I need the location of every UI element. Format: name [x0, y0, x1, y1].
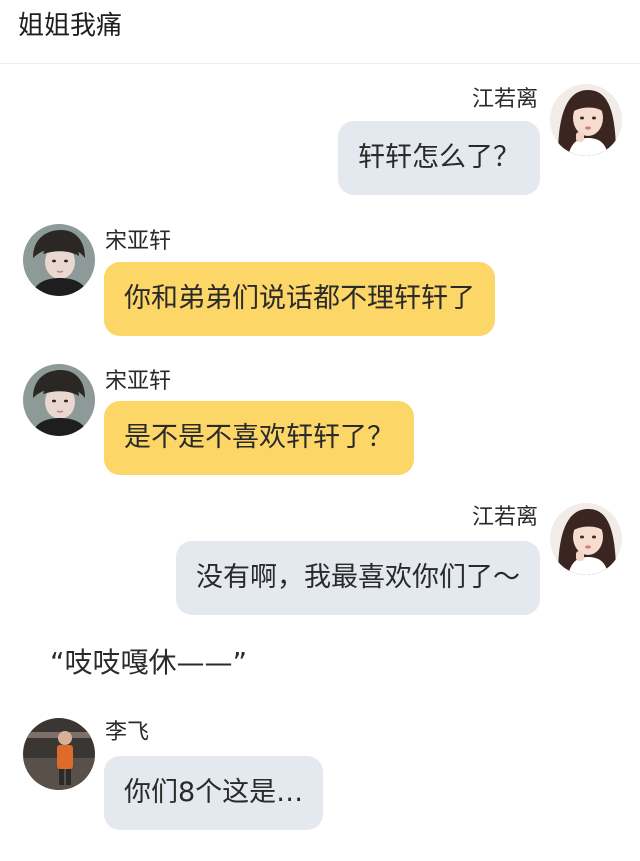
message-bubble[interactable]: 没有啊，我最喜欢你们了～ — [176, 541, 540, 615]
sender-name: 江若离 — [471, 87, 538, 112]
message-bubble[interactable]: 轩轩怎么了？ — [338, 121, 540, 195]
sender-name: 江若离 — [471, 505, 538, 530]
chat-title: 姐姐我痛 — [18, 11, 123, 41]
girl-avatar-icon[interactable] — [550, 503, 622, 575]
boy-avatar-icon[interactable] — [23, 364, 95, 436]
boy-avatar-icon[interactable] — [23, 224, 95, 296]
sender-name: 李飞 — [105, 720, 150, 745]
narration-text: “吱吱嘎休——” — [50, 646, 248, 679]
man-avatar-icon[interactable] — [23, 718, 95, 790]
girl-avatar-icon[interactable] — [550, 84, 622, 156]
message-bubble[interactable]: 你和弟弟们说话都不理轩轩了 — [104, 262, 495, 336]
chat-header: 姐姐我痛 — [0, 0, 640, 64]
sender-name: 宋亚轩 — [105, 229, 172, 254]
message-bubble[interactable]: 是不是不喜欢轩轩了？ — [104, 401, 414, 475]
message-bubble[interactable]: 你们8个这是… — [104, 756, 324, 830]
sender-name: 宋亚轩 — [105, 369, 172, 394]
